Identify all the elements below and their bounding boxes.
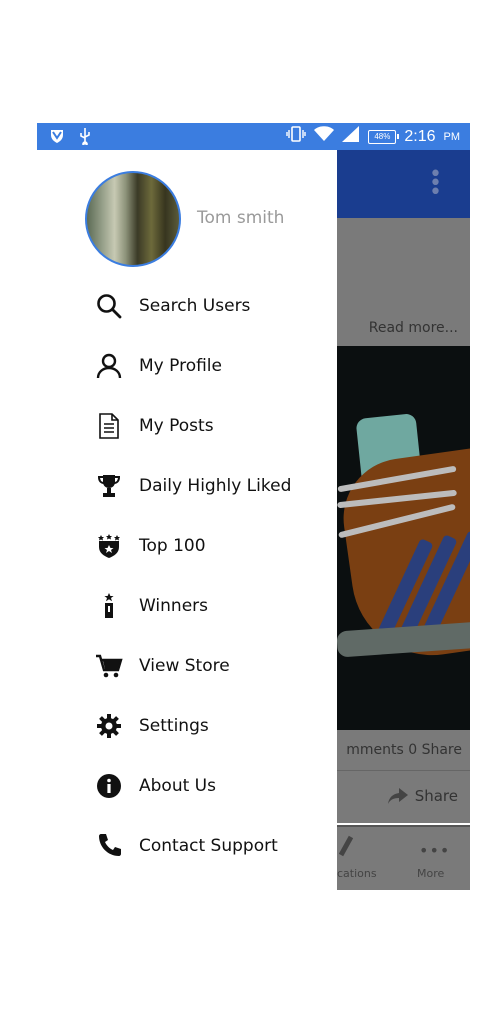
phone-screen: 48% 2:16 PM • • • Read more... mments 0 Sh…	[37, 123, 470, 890]
menu-item-my-posts[interactable]: My Posts	[37, 396, 337, 456]
status-bar: 48% 2:16 PM	[37, 123, 470, 150]
drawer-menu: Search Users My Profile My Posts Daily H…	[37, 276, 337, 876]
menu-item-label: Settings	[139, 716, 209, 736]
battery-level: 48%	[374, 132, 391, 141]
menu-item-top-100[interactable]: Top 100	[37, 516, 337, 576]
vibrate-icon	[286, 126, 307, 147]
vpn-shield-icon	[49, 128, 65, 149]
clock-time: 2:16	[404, 127, 436, 145]
user-name: Tom smith	[197, 208, 285, 228]
menu-item-search-users[interactable]: Search Users	[37, 276, 337, 336]
star-badge-icon	[95, 532, 123, 560]
share-arrow-icon[interactable]	[387, 787, 409, 809]
search-icon	[95, 292, 123, 320]
winner-icon	[95, 592, 123, 620]
share-row: Share	[337, 771, 470, 823]
menu-item-daily-highly-liked[interactable]: Daily Highly Liked	[37, 456, 337, 516]
post-stats-text: mments 0 Share	[346, 742, 462, 758]
menu-item-label: Contact Support	[139, 836, 278, 856]
share-button[interactable]: Share	[415, 787, 458, 805]
avatar[interactable]	[85, 171, 181, 267]
user-icon	[95, 352, 123, 380]
menu-item-label: Top 100	[139, 536, 206, 556]
wifi-icon	[314, 126, 335, 147]
menu-item-label: My Posts	[139, 416, 214, 436]
clock-ampm: PM	[443, 130, 461, 143]
bottom-nav: cations ••• More	[337, 825, 470, 890]
trophy-icon	[95, 472, 123, 500]
phone-icon	[95, 832, 123, 860]
menu-item-contact-support[interactable]: Contact Support	[37, 816, 337, 876]
background-app: ••• Read more... mments 0 Share Share	[337, 150, 470, 890]
signal-icon	[342, 126, 360, 147]
navigation-drawer: Tom smith Search Users My Profile My Pos…	[37, 150, 337, 890]
read-more-link[interactable]: Read more...	[369, 320, 458, 336]
menu-item-view-store[interactable]: View Store	[37, 636, 337, 696]
document-icon	[95, 412, 123, 440]
menu-item-about-us[interactable]: About Us	[37, 756, 337, 816]
more-dots-icon[interactable]: •••	[419, 841, 450, 860]
menu-item-label: My Profile	[139, 356, 222, 376]
overflow-menu-icon[interactable]: • • •	[429, 164, 442, 204]
battery-icon: 48%	[368, 129, 400, 144]
info-icon	[95, 772, 123, 800]
menu-item-label: Winners	[139, 596, 209, 616]
post-stats: mments 0 Share	[337, 730, 470, 771]
menu-item-settings[interactable]: Settings	[37, 696, 337, 756]
menu-item-label: Search Users	[139, 296, 251, 316]
nav-notifications-label[interactable]: cations	[337, 867, 377, 880]
nav-more-label[interactable]: More	[417, 867, 444, 880]
menu-item-label: View Store	[139, 656, 230, 676]
post-image	[337, 346, 470, 730]
menu-item-my-profile[interactable]: My Profile	[37, 336, 337, 396]
cart-icon	[95, 652, 123, 680]
notifications-icon[interactable]	[338, 835, 354, 861]
app-header: • • •	[337, 150, 470, 218]
menu-item-label: About Us	[139, 776, 216, 796]
usb-icon	[79, 127, 91, 150]
post-card: Read more...	[337, 218, 470, 346]
menu-item-winners[interactable]: Winners	[37, 576, 337, 636]
gear-icon	[95, 712, 123, 740]
menu-item-label: Daily Highly Liked	[139, 476, 292, 496]
